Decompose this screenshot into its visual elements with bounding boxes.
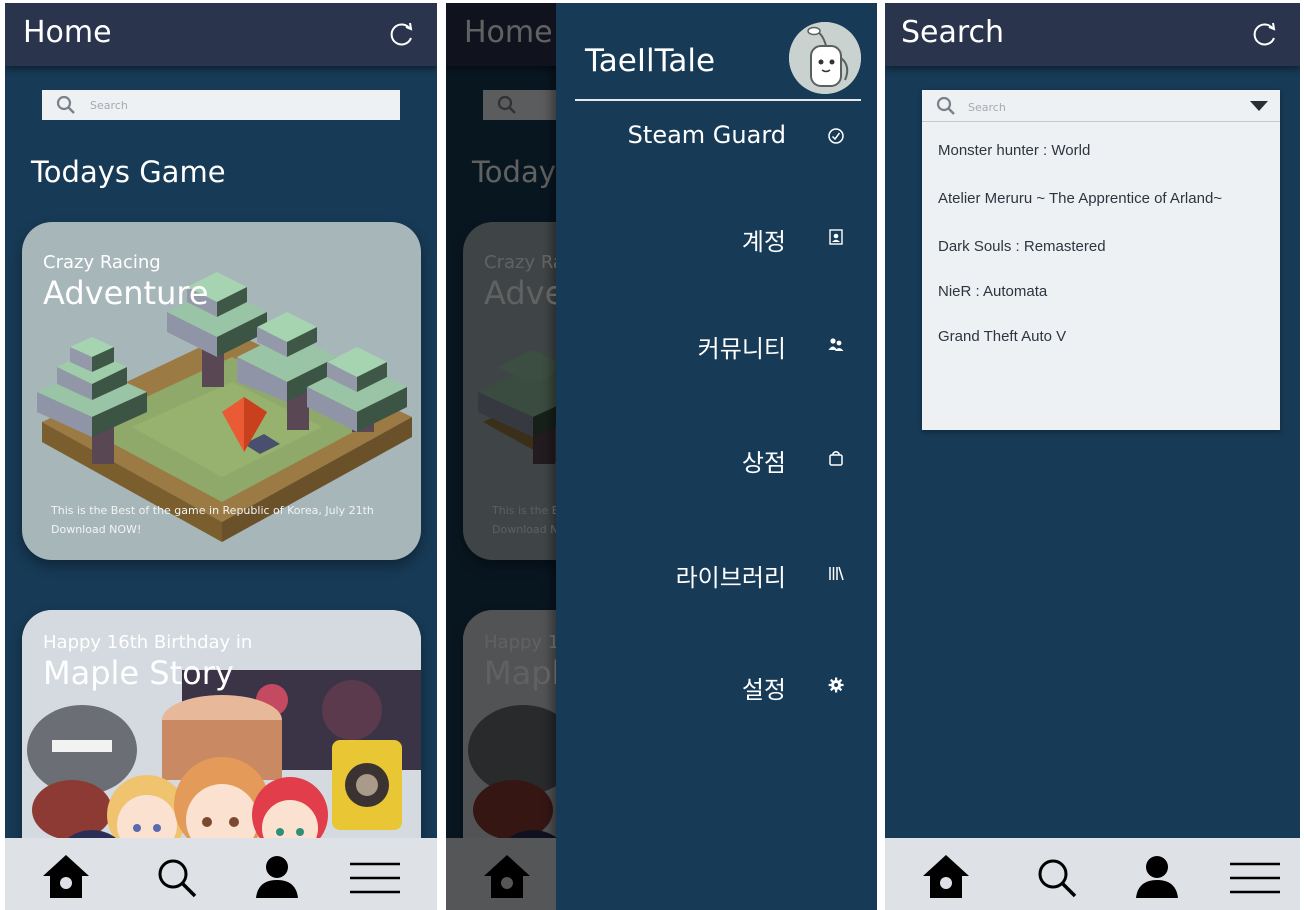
menu-item-settings[interactable]: 설정 — [556, 670, 877, 710]
home-icon[interactable] — [41, 852, 91, 902]
card-title: Adventure — [43, 274, 209, 312]
menu-item-account[interactable]: 계정 — [556, 222, 877, 262]
scrim[interactable] — [446, 3, 556, 910]
menu-item-label: 설정 — [741, 676, 786, 704]
card-description-line: This is the Best of the game in Republic… — [51, 504, 374, 517]
search-input[interactable] — [968, 99, 1188, 115]
search-icon — [56, 95, 75, 114]
search-result-item[interactable]: NieR : Automata — [938, 283, 1047, 300]
profile-icon[interactable] — [252, 852, 302, 902]
dropdown-caret-icon[interactable] — [1250, 101, 1268, 111]
drawer-divider — [575, 99, 861, 101]
refresh-icon[interactable] — [389, 21, 415, 47]
top-app-bar: Search — [885, 3, 1300, 66]
search-icon — [936, 96, 955, 115]
menu-item-label: 커뮤니티 — [697, 335, 786, 363]
menu-icon[interactable] — [350, 852, 400, 902]
search-input[interactable] — [90, 97, 290, 113]
search-icon[interactable] — [153, 852, 203, 902]
card-description: This is the Best of the game in Republic… — [51, 501, 374, 539]
top-app-bar: Home — [5, 3, 437, 66]
card-title: Maple Story — [43, 654, 234, 692]
account-card-icon — [829, 229, 843, 245]
menu-item-label: 계정 — [741, 228, 786, 256]
menu-item-library[interactable]: 라이브러리 — [556, 558, 877, 598]
menu-item-label: 라이브러리 — [675, 564, 786, 592]
search-bar[interactable] — [42, 90, 400, 120]
search-result-item[interactable]: Dark Souls : Remastered — [938, 238, 1106, 255]
search-screen: Search Monster hunter : World Atelier Me… — [885, 3, 1300, 910]
card-subtitle: Happy 16th Birthday in — [43, 632, 253, 653]
avatar-image — [789, 22, 861, 94]
card-subtitle: Crazy Racing — [43, 252, 161, 273]
drawer-screen: Home Todays Game Crazy Racing — [446, 3, 877, 910]
library-icon — [829, 566, 844, 581]
search-bar[interactable] — [922, 90, 1280, 122]
refresh-icon[interactable] — [1252, 21, 1278, 47]
search-dropdown: Monster hunter : World Atelier Meruru ~ … — [922, 90, 1280, 430]
avatar[interactable] — [789, 22, 861, 94]
drawer-brand: TaeIlTale — [585, 43, 716, 79]
bottom-nav — [5, 838, 437, 910]
dimmed-background[interactable]: Home Todays Game Crazy Racing — [446, 3, 556, 910]
menu-item-store[interactable]: 상점 — [556, 443, 877, 483]
gear-icon — [828, 677, 844, 693]
section-title: Todays Game — [31, 155, 226, 189]
bottom-nav — [885, 838, 1300, 910]
page-title: Search — [901, 15, 1005, 50]
home-icon[interactable] — [921, 852, 971, 902]
menu-item-steam-guard[interactable]: Steam Guard — [556, 121, 877, 161]
search-result-item[interactable]: Atelier Meruru ~ The Apprentice of Arlan… — [938, 190, 1222, 207]
home-screen: Home Todays Game — [5, 3, 437, 910]
card-description-line: Download NOW! — [51, 523, 142, 536]
check-circle-icon — [828, 128, 844, 144]
people-icon — [828, 338, 844, 351]
menu-icon[interactable] — [1230, 852, 1280, 902]
page-title: Home — [23, 15, 112, 50]
search-icon[interactable] — [1033, 852, 1083, 902]
search-result-item[interactable]: Grand Theft Auto V — [938, 328, 1066, 345]
search-result-item[interactable]: Monster hunter : World — [938, 142, 1090, 159]
menu-item-label: Steam Guard — [627, 121, 786, 149]
menu-item-community[interactable]: 커뮤니티 — [556, 329, 877, 369]
profile-icon[interactable] — [1132, 852, 1182, 902]
navigation-drawer: TaeIlTale Steam Guard 계정 커뮤니티 상점 라이브러리 설… — [556, 3, 877, 910]
shopping-bag-icon — [829, 451, 843, 466]
menu-item-label: 상점 — [741, 449, 786, 477]
game-card-adventure[interactable]: Crazy Racing Adventure This is the Best … — [22, 222, 421, 560]
